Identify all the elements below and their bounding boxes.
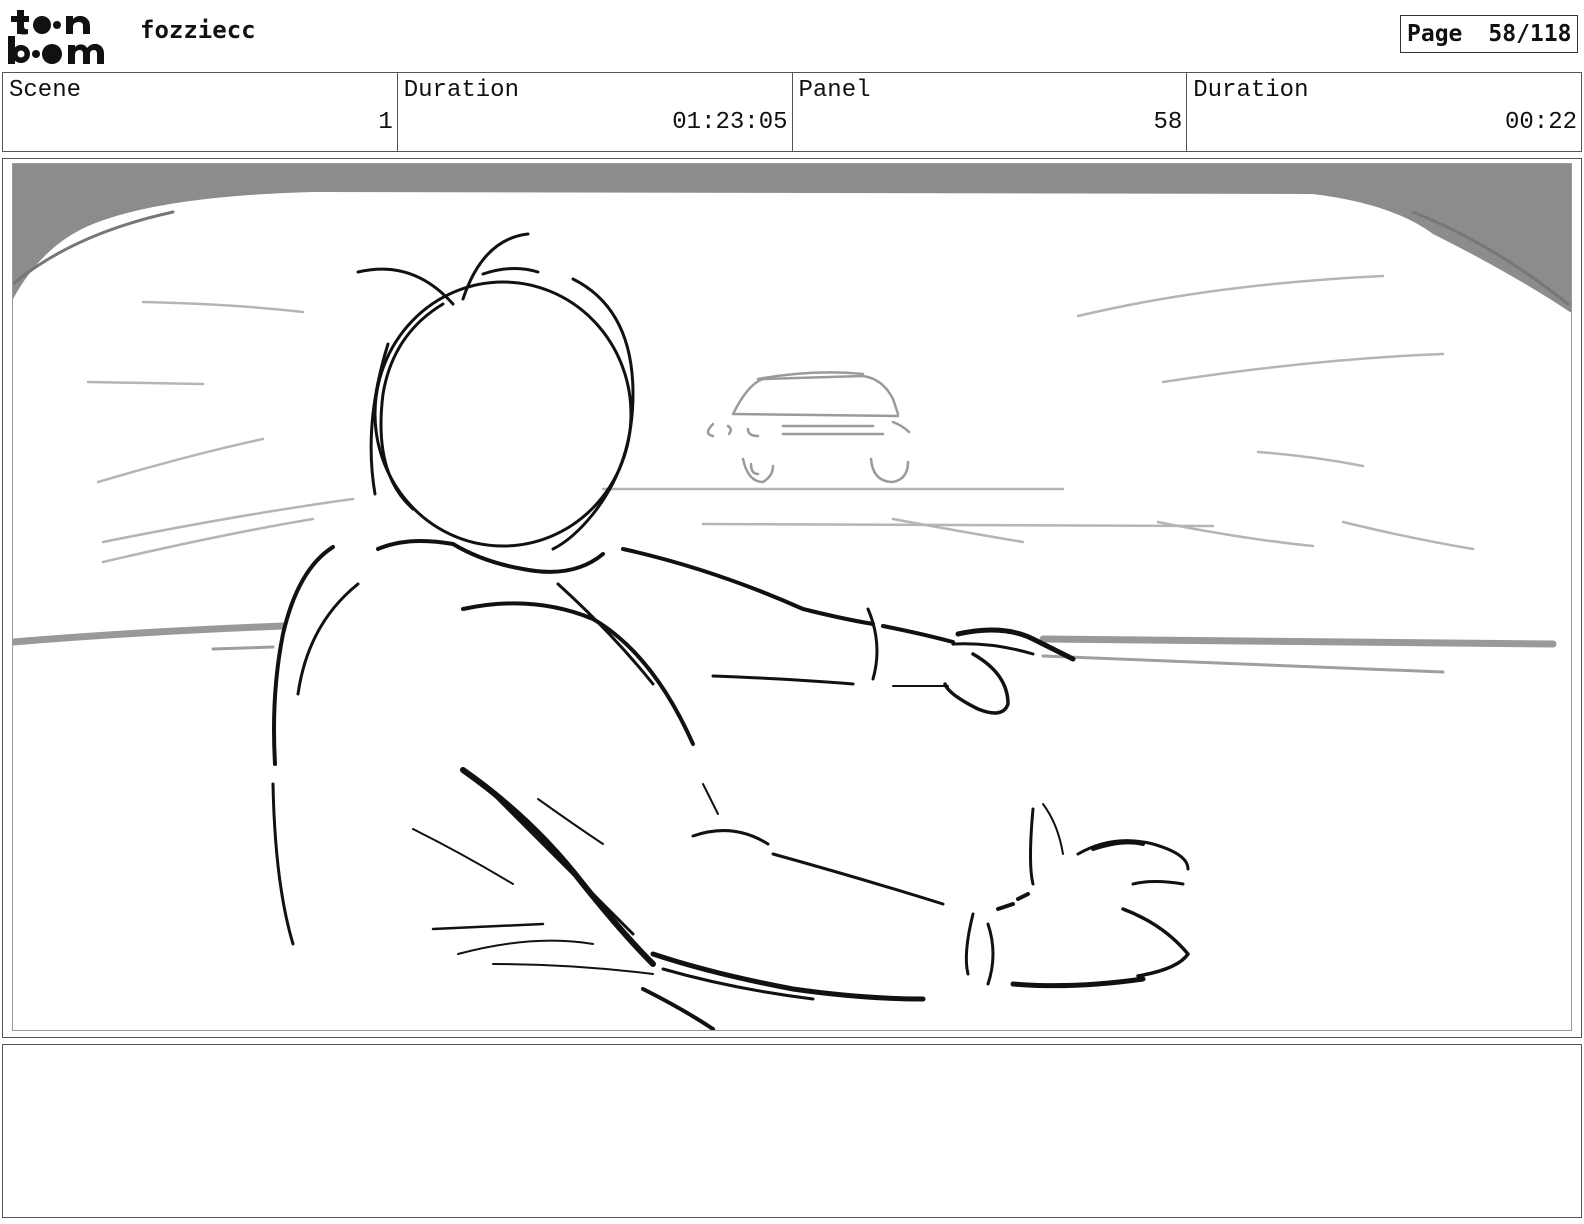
page-indicator: Page 58/118 — [1400, 15, 1578, 53]
panel-info-row: Scene 1 Duration 01:23:05 Panel 58 Durat… — [2, 72, 1582, 152]
scene-duration-value: 01:23:05 — [672, 109, 788, 136]
page-label: Page — [1407, 21, 1463, 47]
page-number: 58/118 — [1488, 21, 1572, 47]
storyboard-sketch — [12, 163, 1572, 1031]
toon-boom-logo — [6, 6, 118, 66]
scene-label: Scene — [9, 77, 82, 104]
scene-cell: Scene 1 — [3, 73, 398, 151]
scene-value: 1 — [378, 109, 393, 136]
panel-duration-value: 00:22 — [1504, 109, 1577, 136]
panel-value: 58 — [1153, 109, 1183, 136]
scene-duration-label: Duration — [403, 77, 519, 104]
panel-notes-box[interactable] — [2, 1044, 1582, 1218]
scene-duration-cell: Duration 01:23:05 — [398, 73, 793, 151]
panel-label: Panel — [798, 77, 871, 104]
panel-duration-cell: Duration 00:22 — [1187, 73, 1581, 151]
panel-cell: Panel 58 — [793, 73, 1188, 151]
panel-duration-label: Duration — [1193, 77, 1309, 104]
project-name: fozziecc — [140, 16, 256, 44]
